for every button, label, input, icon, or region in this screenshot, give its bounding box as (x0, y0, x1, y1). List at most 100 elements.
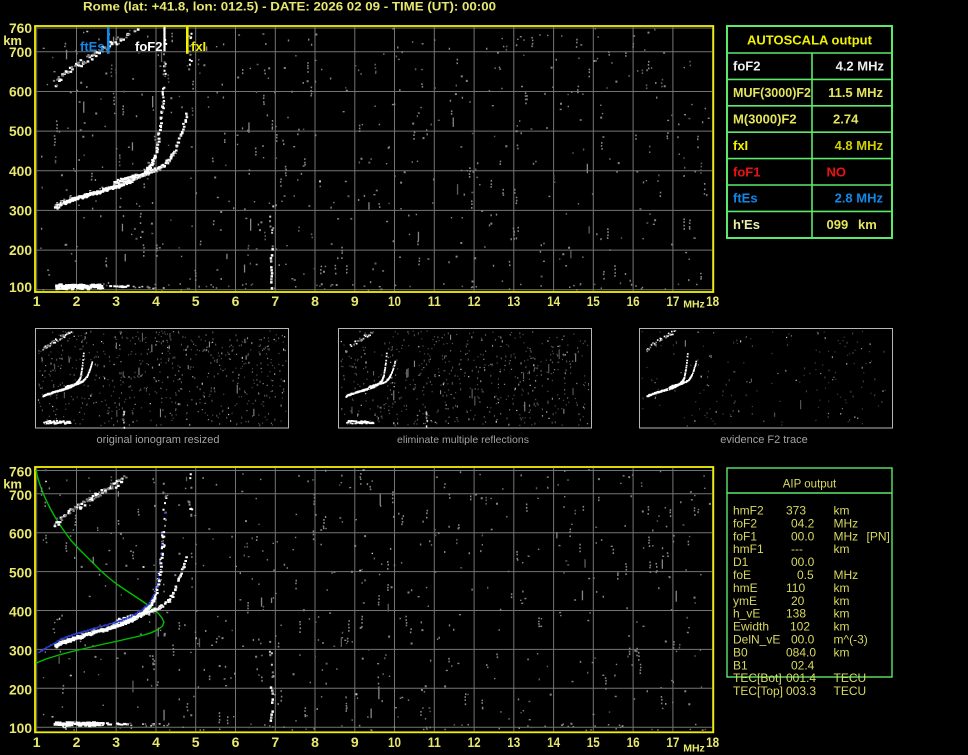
svg-text:12: 12 (468, 734, 481, 750)
svg-text:km: km (834, 645, 850, 659)
svg-text:7: 7 (271, 293, 279, 309)
svg-text:8: 8 (311, 734, 319, 750)
svg-text:084.0: 084.0 (786, 645, 816, 659)
svg-text:14: 14 (547, 293, 560, 309)
svg-text:MHz: MHz (683, 299, 705, 311)
svg-text:NO: NO (827, 164, 847, 179)
svg-text:0.5: 0.5 (797, 568, 814, 582)
svg-text:300: 300 (9, 202, 32, 218)
svg-text:AIP output: AIP output (783, 479, 837, 491)
svg-text:foF2: foF2 (733, 516, 757, 530)
svg-text:DelN_vE: DelN_vE (733, 633, 780, 647)
svg-text:3: 3 (112, 293, 120, 309)
svg-text:fxI: fxI (191, 39, 206, 54)
svg-text:600: 600 (9, 526, 32, 542)
svg-text:102: 102 (790, 620, 810, 634)
svg-text:foF2: foF2 (733, 59, 760, 74)
svg-text:15: 15 (587, 293, 600, 309)
svg-text:700: 700 (9, 44, 32, 60)
svg-text:9: 9 (351, 734, 359, 750)
svg-text:2: 2 (73, 293, 81, 309)
svg-text:11.5 MHz: 11.5 MHz (828, 85, 883, 100)
svg-text:hmF1: hmF1 (733, 542, 764, 556)
svg-text:16: 16 (627, 734, 640, 750)
svg-text:700: 700 (9, 487, 32, 503)
svg-text:18: 18 (706, 293, 719, 309)
svg-text:04.2: 04.2 (791, 516, 815, 530)
svg-text:B0: B0 (733, 645, 748, 659)
svg-text:12: 12 (468, 293, 481, 309)
svg-text:Rome (lat: +41.8, lon: 012.5): Rome (lat: +41.8, lon: 012.5) - DATE: 20… (83, 0, 496, 14)
svg-text:3: 3 (112, 734, 120, 750)
svg-text:5: 5 (192, 734, 200, 750)
svg-text:6: 6 (232, 293, 240, 309)
svg-text:evidence F2 trace: evidence F2 trace (720, 434, 807, 446)
svg-text:TEC[Bot]: TEC[Bot] (733, 671, 782, 685)
svg-text:AUTOSCALA output: AUTOSCALA output (747, 33, 873, 48)
svg-text:110: 110 (786, 581, 805, 595)
svg-text:001.4: 001.4 (786, 671, 816, 685)
svg-text:02.4: 02.4 (791, 658, 815, 672)
svg-text:100: 100 (9, 279, 32, 295)
svg-text:00.0: 00.0 (791, 633, 815, 647)
svg-text:km: km (834, 607, 850, 621)
svg-text:17: 17 (666, 734, 679, 750)
svg-text:ymE: ymE (733, 594, 757, 608)
svg-text:km: km (834, 620, 850, 634)
svg-text:M(3000)F2: M(3000)F2 (733, 112, 797, 127)
svg-text:00.0: 00.0 (791, 529, 815, 543)
svg-text:003.3: 003.3 (786, 684, 816, 698)
svg-text:B1: B1 (733, 658, 748, 672)
svg-text:D1: D1 (733, 555, 749, 569)
svg-text:500: 500 (9, 123, 32, 139)
svg-text:ftEs: ftEs (733, 191, 758, 206)
svg-text:km: km (834, 581, 850, 595)
svg-text:11: 11 (428, 734, 441, 750)
svg-text:---: --- (791, 542, 803, 556)
svg-text:km: km (834, 542, 850, 556)
svg-text:1: 1 (33, 293, 41, 309)
svg-text:18: 18 (706, 734, 719, 750)
svg-text:foF1: foF1 (733, 529, 757, 543)
svg-text:14: 14 (547, 734, 560, 750)
svg-text:Ewidth: Ewidth (733, 620, 769, 634)
svg-text:10: 10 (388, 293, 401, 309)
svg-text:100: 100 (9, 720, 32, 736)
svg-text:16: 16 (627, 293, 640, 309)
svg-text:6: 6 (232, 734, 240, 750)
svg-text:foF1: foF1 (733, 164, 760, 179)
svg-text:fxI: fxI (733, 138, 748, 153)
svg-text:km: km (858, 217, 877, 232)
svg-text:2.8 MHz: 2.8 MHz (835, 191, 884, 206)
svg-text:20: 20 (791, 594, 805, 608)
svg-text:15: 15 (587, 734, 600, 750)
svg-text:600: 600 (9, 84, 32, 100)
svg-text:MHz: MHz (834, 568, 859, 582)
svg-text:8: 8 (311, 293, 319, 309)
svg-text:13: 13 (507, 293, 520, 309)
svg-text:original ionogram resized: original ionogram resized (97, 434, 220, 446)
svg-text:138: 138 (786, 607, 806, 621)
svg-text:17: 17 (666, 293, 679, 309)
svg-text:h_vE: h_vE (733, 607, 760, 621)
svg-text:MUF(3000)F2: MUF(3000)F2 (733, 85, 811, 100)
svg-text:7: 7 (271, 734, 279, 750)
svg-text:ftEs: ftEs (80, 39, 105, 54)
svg-text:m^(-3): m^(-3) (834, 633, 868, 647)
svg-text:foE: foE (733, 568, 751, 582)
svg-text:TECU: TECU (834, 684, 867, 698)
svg-text:2: 2 (73, 734, 81, 750)
svg-text:4.8 MHz: 4.8 MHz (835, 138, 884, 153)
svg-text:hmE: hmE (733, 581, 758, 595)
svg-text:9: 9 (351, 293, 359, 309)
svg-text:km: km (834, 504, 850, 518)
svg-text:400: 400 (9, 604, 32, 620)
svg-text:5: 5 (192, 293, 200, 309)
svg-text:200: 200 (9, 242, 32, 258)
svg-text:TEC[Top]: TEC[Top] (733, 684, 783, 698)
svg-text:2.74: 2.74 (833, 112, 859, 127)
svg-text:MHz: MHz (834, 516, 859, 530)
svg-text:km: km (834, 594, 850, 608)
svg-text:4: 4 (152, 734, 160, 750)
svg-text:00.0: 00.0 (791, 555, 815, 569)
